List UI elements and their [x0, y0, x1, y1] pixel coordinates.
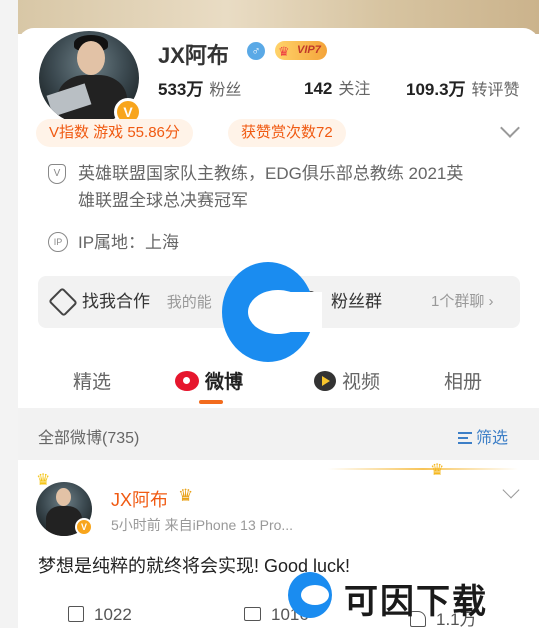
profile-tabs: 精选 微博 视频 相册: [18, 363, 539, 404]
find-cooperation-label: 找我合作: [82, 292, 150, 311]
filter-label: 筛选: [476, 430, 509, 447]
watermark-logo-cut: [282, 292, 322, 332]
tab-weibo-label: 微博: [205, 372, 244, 393]
tab-video[interactable]: 视频: [314, 367, 380, 394]
vip-label: VIP7: [297, 44, 321, 56]
share-icon: [68, 606, 84, 622]
verified-shield-icon: V: [48, 164, 66, 184]
tab-featured[interactable]: 精选: [73, 367, 111, 394]
filter-icon: [458, 432, 472, 444]
decorative-ribbon: [328, 468, 518, 470]
filter-button[interactable]: 筛选: [458, 424, 508, 448]
comment-icon: [244, 607, 261, 621]
fans-stat[interactable]: 533万 粉丝: [158, 75, 241, 100]
watermark: 可因下载: [288, 570, 538, 621]
bio-text: 英雄联盟国家队主教练，EDG俱乐部总教练 2021英 雄联盟全球总决赛冠军: [78, 160, 498, 214]
active-tab-indicator: [199, 400, 223, 404]
fan-group-button[interactable]: 粉丝群: [331, 276, 382, 328]
ip-location-text: IP属地：上海: [78, 233, 180, 252]
following-label: 关注: [338, 81, 371, 98]
fans-count: 533万: [158, 80, 204, 99]
find-cooperation-sub: 我的能: [166, 294, 212, 311]
likes-label: 转评赞: [471, 82, 520, 99]
post-meta: 5小时前 来自iPhone 13 Pro...: [111, 517, 294, 533]
watermark-logo-icon: [222, 262, 322, 362]
weibo-icon: [175, 371, 199, 391]
watermark-text: 可因下载: [344, 583, 488, 621]
tab-weibo[interactable]: 微博: [175, 367, 243, 394]
profile-name: JX阿布: [158, 43, 229, 68]
post-avatar-face: [56, 488, 71, 506]
share-count: 1022: [94, 605, 132, 624]
crown-icon: ♛: [278, 44, 290, 59]
likes-stat[interactable]: 109.3万 转评赞: [406, 75, 520, 100]
member-crown-icon: ♛: [178, 486, 194, 505]
feed-filter-bar: 全部微博(735) 筛选: [18, 408, 539, 460]
avatar-face: [77, 41, 105, 75]
vip-badge[interactable]: ♛ VIP7: [275, 41, 327, 60]
fan-group-label: 粉丝群: [331, 292, 382, 311]
tab-video-label: 视频: [342, 372, 381, 393]
bio-line-2: 雄联盟全球总决赛冠军: [78, 191, 248, 210]
tab-album[interactable]: 相册: [444, 367, 482, 394]
bio-line-1: 英雄联盟国家队主教练，EDG俱乐部总教练 2021英: [78, 164, 464, 183]
share-button[interactable]: 1022: [68, 605, 132, 625]
post-menu-chevron-icon[interactable]: [502, 481, 520, 499]
post-verified-icon: V: [75, 518, 93, 536]
post-author-name[interactable]: JX阿布: [111, 486, 168, 512]
fan-group-count[interactable]: 1个群聊 ›: [431, 276, 494, 328]
male-gender-icon: ♂: [247, 42, 265, 60]
following-stat[interactable]: 142 关注: [304, 75, 370, 99]
ip-location-icon: IP: [48, 232, 68, 252]
v-index-tag[interactable]: V指数 游戏 55.86分: [36, 119, 193, 147]
reward-tag[interactable]: 获赞赏次数72: [228, 119, 346, 147]
following-count: 142: [304, 79, 333, 98]
chevron-down-icon[interactable]: [500, 118, 520, 138]
handshake-icon: [48, 287, 78, 317]
find-cooperation-button[interactable]: 找我合作 我的能: [82, 276, 212, 328]
video-icon: [314, 371, 336, 391]
fans-label: 粉丝: [209, 82, 242, 99]
all-posts-label: 全部微博(735): [38, 430, 140, 447]
bio-row: V 英雄联盟国家队主教练，EDG俱乐部总教练 2021英 雄联盟全球总决赛冠军: [48, 160, 518, 216]
likes-count: 109.3万: [406, 80, 466, 99]
ip-row: IP IP属地：上海: [48, 229, 518, 256]
crown-decoration-icon: ♛: [430, 462, 445, 479]
watermark-small-logo-icon: [288, 572, 332, 618]
